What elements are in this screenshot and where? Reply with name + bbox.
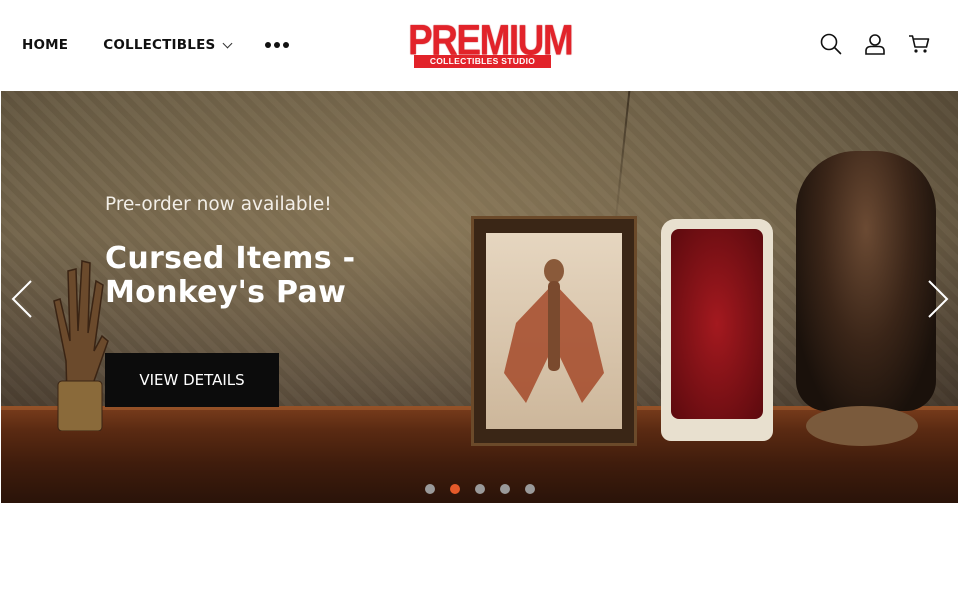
- wall-crack-decoration: [613, 91, 631, 231]
- nav-collectibles-label: COLLECTIBLES: [103, 37, 216, 53]
- slide-dot-4[interactable]: [500, 484, 510, 494]
- chevron-right-icon[interactable]: [923, 279, 951, 319]
- nav-home-link[interactable]: HOME: [22, 37, 68, 53]
- winged-specimen-frame-image: [471, 216, 637, 446]
- site-header: HOME COLLECTIBLES PREMIUM COLLECTIBLES S…: [0, 0, 960, 90]
- header-actions: [820, 33, 930, 55]
- search-icon[interactable]: [820, 33, 842, 55]
- slide-indicators: [425, 484, 535, 494]
- coffin-specimen-image: [661, 219, 773, 441]
- hero-preheading: Pre-order now available!: [105, 194, 332, 215]
- account-icon[interactable]: [864, 33, 886, 55]
- slide-dot-2[interactable]: [450, 484, 460, 494]
- brand-logo[interactable]: PREMIUM COLLECTIBLES STUDIO: [408, 18, 574, 71]
- shrunken-head-base-image: [806, 406, 918, 446]
- view-details-button[interactable]: VIEW DETAILS: [105, 353, 279, 407]
- hero-title: Cursed Items - Monkey's Paw: [105, 241, 356, 310]
- nav-collectibles-link[interactable]: COLLECTIBLES: [103, 37, 233, 53]
- slide-dot-3[interactable]: [475, 484, 485, 494]
- logo-tagline: COLLECTIBLES STUDIO: [414, 55, 551, 68]
- cart-icon[interactable]: [908, 33, 930, 55]
- chevron-left-icon[interactable]: [9, 279, 37, 319]
- slide-dot-5[interactable]: [525, 484, 535, 494]
- chevron-down-icon: [222, 38, 233, 48]
- shrunken-head-image: [796, 151, 936, 411]
- slide-dot-1[interactable]: [425, 484, 435, 494]
- main-nav: HOME COLLECTIBLES: [22, 0, 290, 90]
- more-menu-icon[interactable]: [265, 38, 290, 52]
- hero-slider: Pre-order now available! Cursed Items - …: [1, 91, 958, 503]
- monkey-paw-image: [53, 260, 109, 431]
